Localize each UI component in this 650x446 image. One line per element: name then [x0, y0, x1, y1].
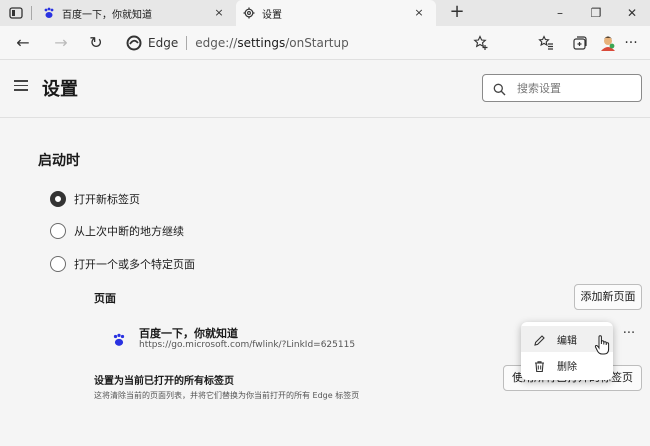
search-icon: [493, 81, 507, 96]
radio-label: 打开新标签页: [74, 193, 140, 206]
profile-avatar-icon[interactable]: [597, 32, 619, 54]
startup-option-new-tab[interactable]: 打开新标签页: [50, 191, 140, 207]
tab-title: 设置: [262, 9, 282, 21]
tab-close-button[interactable]: ×: [210, 4, 228, 22]
url-text: edge://settings/onStartup: [195, 36, 349, 50]
radio-button[interactable]: [50, 223, 66, 239]
forward-button[interactable]: →: [50, 32, 72, 54]
settings-search-box[interactable]: [482, 74, 642, 102]
tab-close-button[interactable]: ×: [410, 4, 428, 22]
page-item-more-button[interactable]: ···: [618, 327, 640, 344]
collections-icon[interactable]: [569, 32, 591, 54]
settings-header: 设置: [0, 60, 650, 118]
startup-option-continue[interactable]: 从上次中断的地方继续: [50, 223, 184, 239]
tab-bar: 百度一下，你就知道 × 设置 × + – ❐ ✕: [0, 0, 650, 26]
pencil-icon: [533, 332, 547, 346]
page-title: 设置: [42, 79, 78, 100]
hamburger-menu-icon[interactable]: [14, 80, 28, 92]
radio-label: 从上次中断的地方继续: [74, 225, 184, 238]
back-button[interactable]: ←: [12, 32, 34, 54]
new-tab-button[interactable]: +: [446, 2, 468, 24]
address-bar[interactable]: Edge edge://settings/onStartup: [116, 30, 500, 56]
site-identity-label: Edge: [148, 36, 179, 50]
page-item-title: 百度一下，你就知道: [139, 327, 238, 340]
address-toolbar: ← → ↻ Edge edge://settings/onStartup ···: [0, 26, 650, 60]
use-current-tabs-title: 设置为当前已打开的所有标签页: [94, 376, 234, 387]
gear-icon: [242, 6, 256, 20]
search-input[interactable]: [517, 81, 627, 95]
refresh-button[interactable]: ↻: [85, 32, 107, 54]
page-item-url: https://go.microsoft.com/fwlink/?LinkId=…: [139, 340, 356, 350]
add-favorite-icon[interactable]: [470, 32, 492, 54]
favorites-icon[interactable]: [535, 32, 557, 54]
settings-page: 设置 启动时 打开新标签页 从上次中断的地方继续 打开一个或多个特定页面 页面 …: [0, 60, 650, 446]
radio-button[interactable]: [50, 256, 66, 272]
tab-baidu[interactable]: 百度一下，你就知道 ×: [36, 0, 236, 26]
tab-title: 百度一下，你就知道: [62, 9, 152, 21]
use-current-tabs-description: 这将清除当前的页面列表，并将它们替换为你当前打开的所有 Edge 标签页: [94, 391, 360, 400]
baidu-paw-icon: [42, 6, 56, 20]
edge-logo-icon: [126, 35, 142, 51]
startup-section-title: 启动时: [38, 153, 80, 169]
pages-label: 页面: [94, 292, 116, 305]
tab-actions-icon[interactable]: [8, 5, 24, 21]
tab-settings[interactable]: 设置 ×: [236, 0, 436, 26]
omnibox-divider: [186, 36, 188, 50]
context-menu-label: 编辑: [557, 335, 577, 347]
tab-separator: [31, 6, 32, 20]
context-menu-label: 删除: [557, 361, 577, 373]
maximize-button[interactable]: ❐: [578, 0, 614, 26]
context-menu-delete[interactable]: 删除: [521, 352, 613, 378]
baidu-paw-icon: [112, 332, 126, 346]
minimize-button[interactable]: –: [542, 0, 578, 26]
radio-button[interactable]: [50, 191, 66, 207]
trash-icon: [533, 358, 547, 373]
add-page-button[interactable]: 添加新页面: [574, 284, 642, 310]
startup-option-specific-pages[interactable]: 打开一个或多个特定页面: [50, 256, 195, 272]
close-window-button[interactable]: ✕: [614, 0, 650, 26]
more-menu-button[interactable]: ···: [620, 32, 642, 54]
hand-cursor-icon: [594, 335, 610, 355]
radio-label: 打开一个或多个特定页面: [74, 258, 195, 271]
